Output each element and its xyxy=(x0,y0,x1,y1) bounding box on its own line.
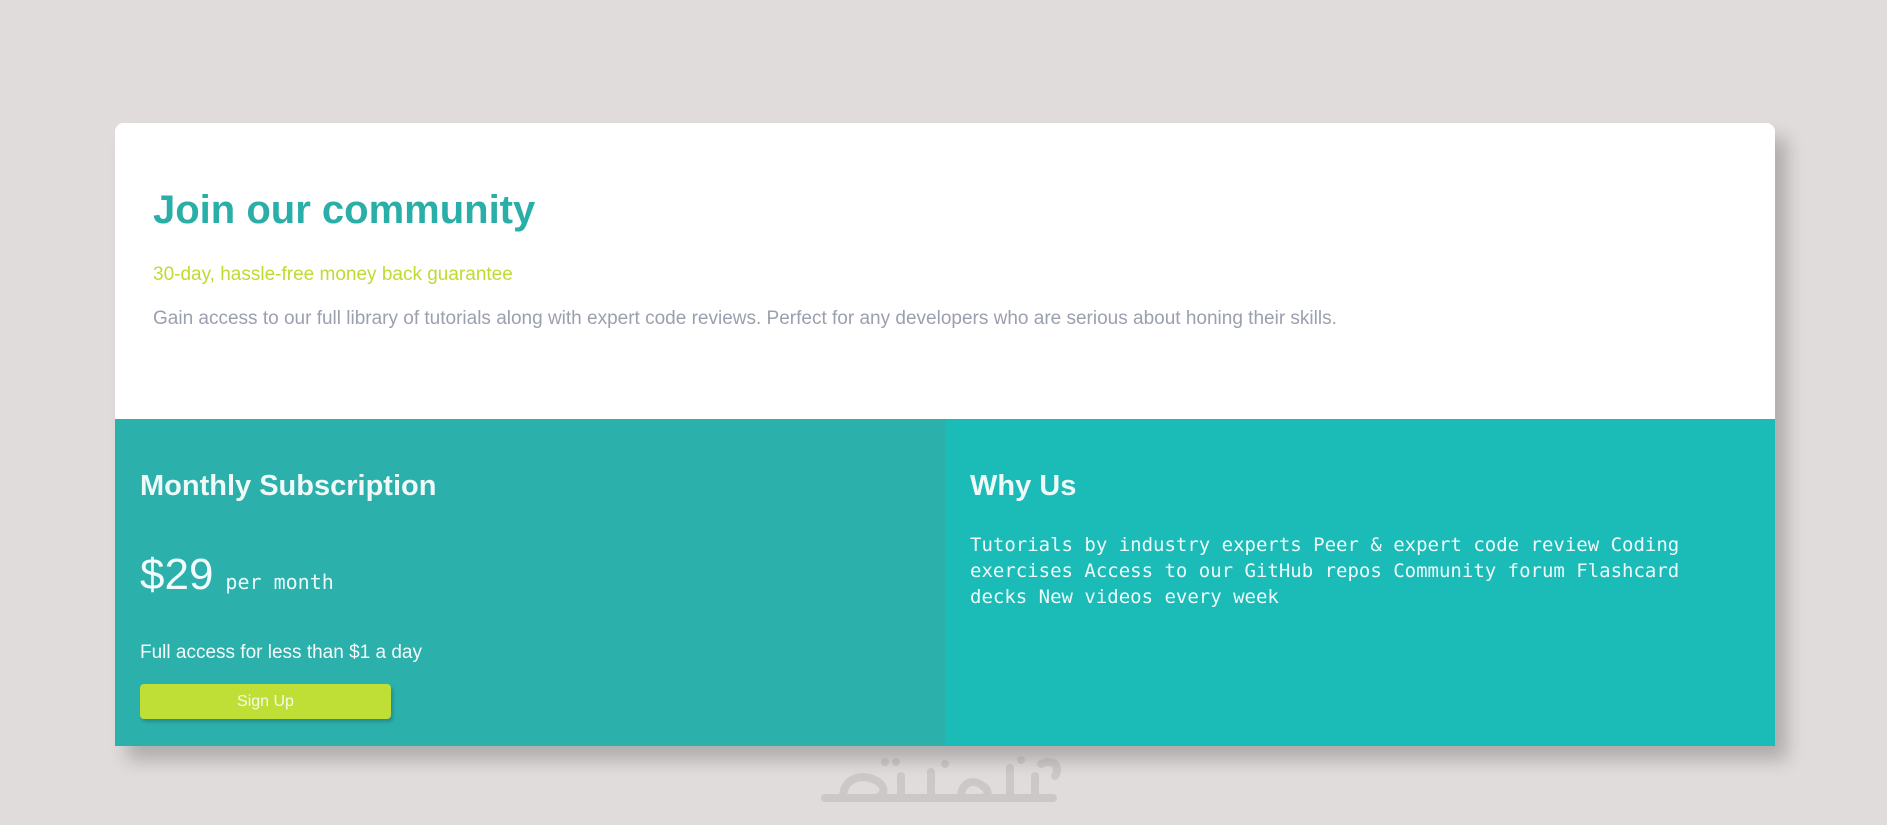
subscription-period: per month xyxy=(225,570,334,594)
monthly-subscription-heading: Monthly Subscription xyxy=(140,470,437,502)
price-row: $29 per month xyxy=(140,550,334,600)
money-back-guarantee: 30-day, hassle-free money back guarantee xyxy=(153,264,513,285)
community-title: Join our community xyxy=(153,188,536,232)
why-us-panel: Why Us Tutorials by industry experts Pee… xyxy=(945,419,1775,746)
subscription-price: $29 xyxy=(140,550,214,599)
why-us-heading: Why Us xyxy=(970,470,1077,502)
access-description: Full access for less than $1 a day xyxy=(140,642,422,663)
community-description: Gain access to our full library of tutor… xyxy=(153,308,1337,329)
monthly-subscription-panel: Monthly Subscription $29 per month Full … xyxy=(115,419,945,746)
card-bottom: Monthly Subscription $29 per month Full … xyxy=(115,419,1775,746)
sign-up-button[interactable]: Sign Up xyxy=(140,684,391,719)
card-header: Join our community 30-day, hassle-free m… xyxy=(115,123,1775,419)
khamsat-logo-icon xyxy=(821,756,1061,802)
community-card: Join our community 30-day, hassle-free m… xyxy=(115,123,1775,746)
khamsat-watermark-logo xyxy=(805,752,1075,810)
why-us-benefits: Tutorials by industry experts Peer & exp… xyxy=(970,534,1680,608)
